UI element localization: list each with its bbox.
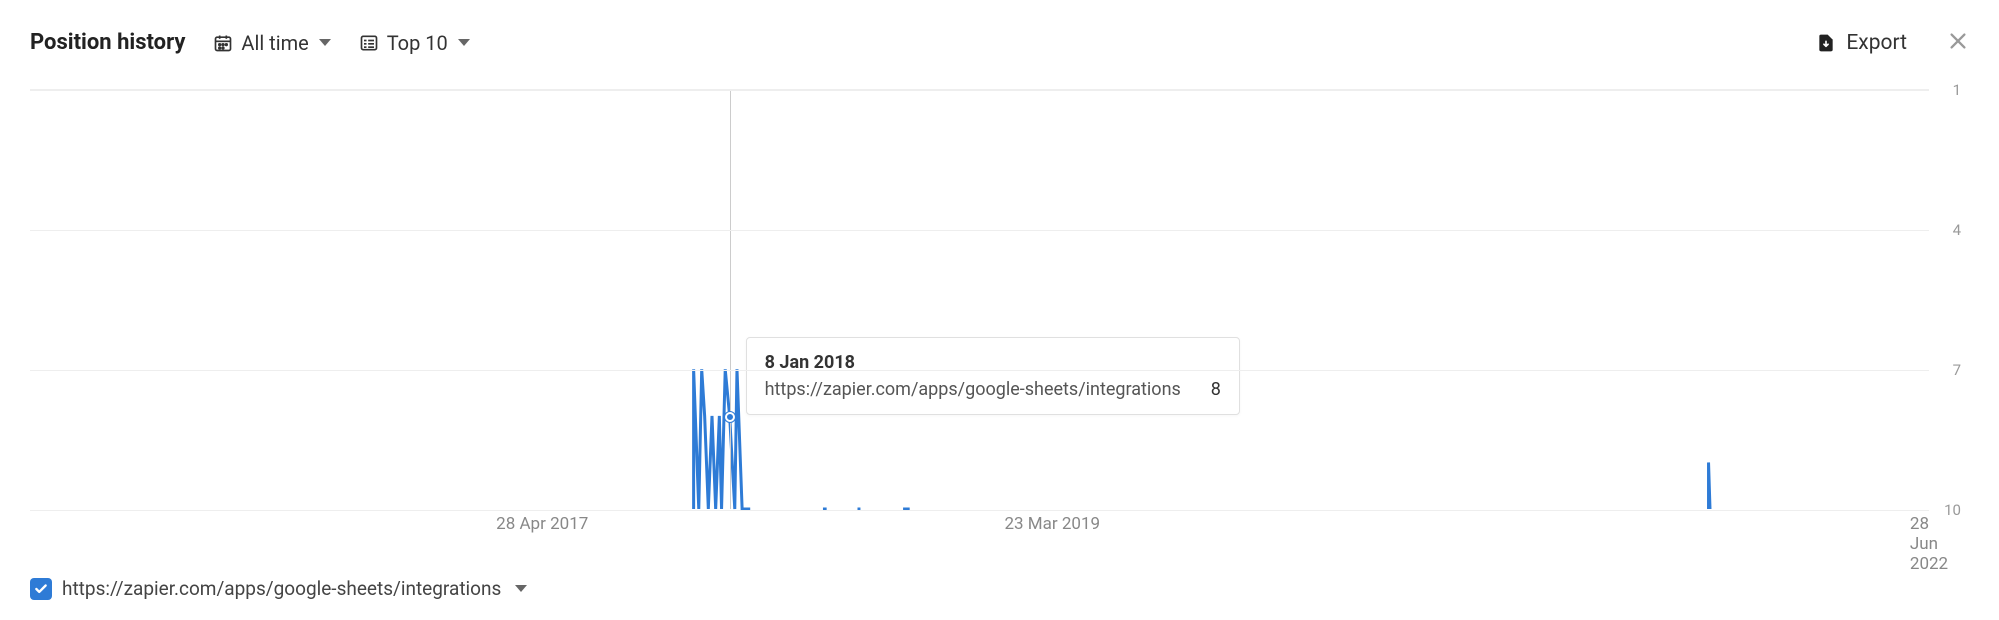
position-chart[interactable]: 8 Jan 2018 https://zapier.com/apps/googl… — [30, 89, 1969, 519]
export-label: Export — [1846, 31, 1907, 55]
time-filter-label: All time — [241, 31, 308, 55]
chart-tooltip: 8 Jan 2018 https://zapier.com/apps/googl… — [746, 337, 1240, 415]
legend-label: https://zapier.com/apps/google-sheets/in… — [62, 577, 501, 600]
y-axis-label: 4 — [1953, 221, 1961, 239]
time-filter[interactable]: All time — [213, 31, 330, 55]
y-axis-label: 7 — [1953, 361, 1961, 379]
chevron-down-icon — [515, 585, 527, 592]
close-button[interactable] — [1947, 26, 1969, 59]
check-icon — [34, 582, 48, 596]
export-button[interactable]: Export — [1816, 31, 1907, 55]
panel-title: Position history — [30, 30, 185, 55]
tooltip-url: https://zapier.com/apps/google-sheets/in… — [765, 379, 1181, 400]
x-axis-label: 23 Mar 2019 — [1004, 514, 1100, 534]
tooltip-value: 8 — [1211, 379, 1221, 400]
chart-gridline — [30, 510, 1929, 511]
legend-checkbox[interactable] — [30, 578, 52, 600]
rank-filter-label: Top 10 — [387, 31, 448, 55]
chart-crosshair — [730, 90, 731, 509]
x-axis-label: 28 Apr 2017 — [496, 514, 588, 534]
header-bar: Position history All time Top 10 Export — [0, 0, 1999, 69]
chevron-down-icon — [458, 39, 470, 46]
rank-filter[interactable]: Top 10 — [359, 31, 470, 55]
chart-gridline — [30, 90, 1929, 91]
download-file-icon — [1816, 32, 1836, 54]
legend-item[interactable]: https://zapier.com/apps/google-sheets/in… — [30, 577, 527, 600]
y-axis-label: 1 — [1953, 81, 1961, 99]
chart-gridline — [30, 230, 1929, 231]
list-icon — [359, 33, 379, 53]
chevron-down-icon — [319, 39, 331, 46]
close-icon — [1947, 30, 1969, 52]
chart-gridline — [30, 370, 1929, 371]
calendar-icon — [213, 33, 233, 53]
x-axis-label: 28 Jun 2022 — [1910, 514, 1948, 574]
chart-hover-marker — [725, 412, 735, 422]
